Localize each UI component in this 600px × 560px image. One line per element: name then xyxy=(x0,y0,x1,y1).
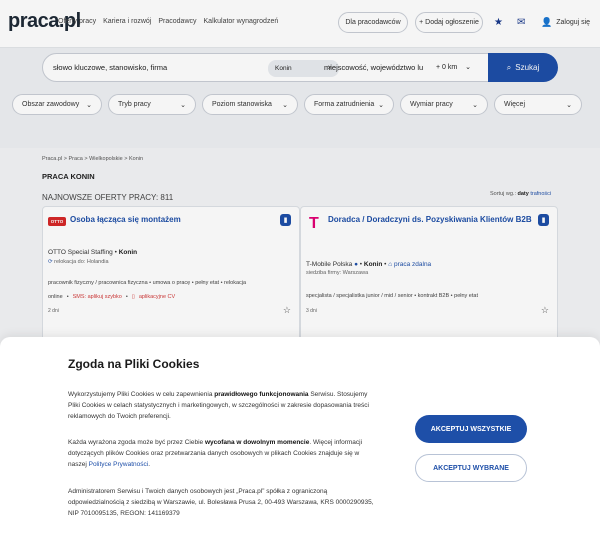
text: . xyxy=(148,461,151,468)
cookie-paragraph-1: Wykorzystujemy Pliki Cookies w celu zape… xyxy=(68,389,378,422)
text-bold: prawidłowego funkcjonowania xyxy=(214,391,309,398)
accept-all-button[interactable]: AKCEPTUJ WSZYSTKIE xyxy=(415,415,527,443)
privacy-policy-link[interactable]: Polityce Prywatności xyxy=(89,461,149,468)
cookie-consent-modal: Zgoda na Pliki Cookies Wykorzystujemy Pl… xyxy=(0,337,600,560)
text: Każda wyrażona zgoda może być przez Cieb… xyxy=(68,439,205,446)
cookie-title: Zgoda na Pliki Cookies xyxy=(68,357,200,371)
cookie-paragraph-3: Administratorem Serwisu i Twoich danych … xyxy=(68,488,374,517)
accept-selected-button[interactable]: AKCEPTUJ WYBRANE xyxy=(415,454,527,482)
text-bold: wycofana w dowolnym momencie xyxy=(204,439,310,446)
text: Wykorzystujemy Pliki Cookies w celu zape… xyxy=(68,391,215,398)
cookie-paragraph-2: Każda wyrażona zgoda może być przez Cieb… xyxy=(68,437,378,470)
